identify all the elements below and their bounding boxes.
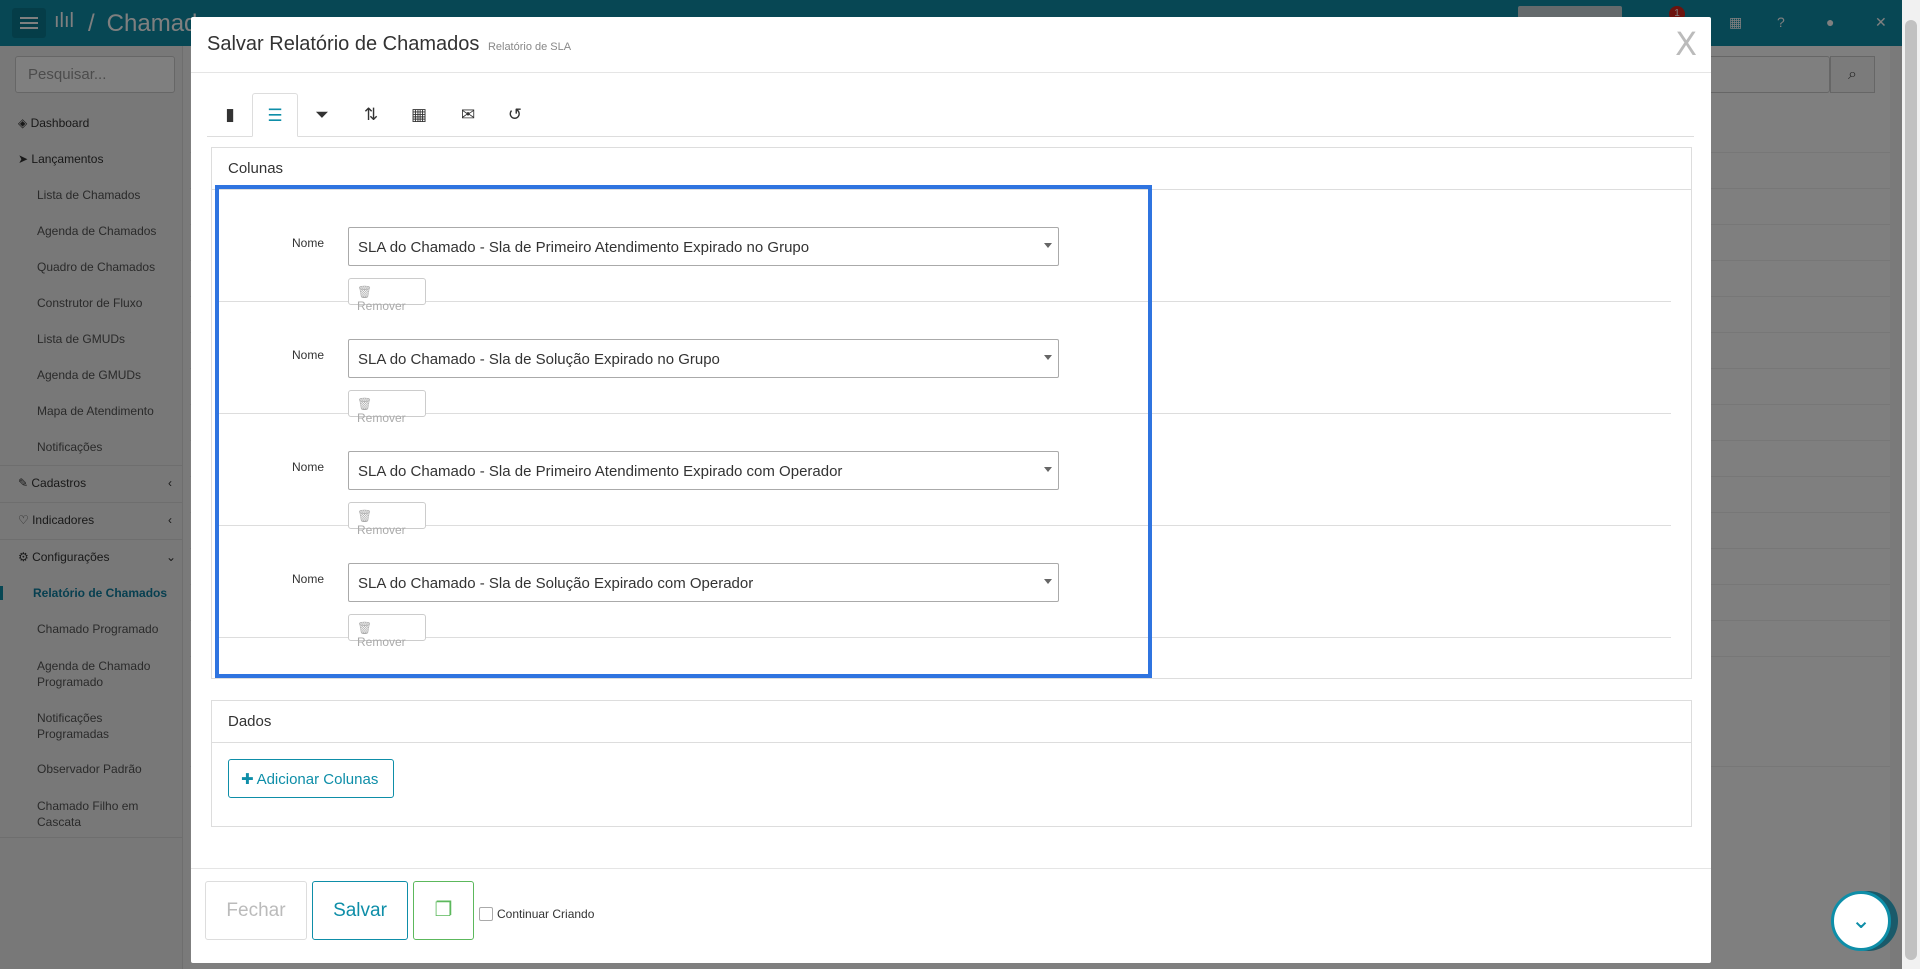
modal-tabs: ▮ ☰ ⏷ ⇅ ▦ ✉ ↺ <box>207 93 1694 137</box>
tab-general[interactable]: ▮ <box>207 93 253 137</box>
scrollbar[interactable] <box>1902 0 1920 969</box>
plus-icon: ✚ <box>241 771 254 788</box>
sort-icon: ⇅ <box>363 105 379 124</box>
book-icon: ▮ <box>225 105 235 124</box>
list-icon: ☰ <box>267 106 283 125</box>
modal-title: Salvar Relatório de Chamados Relatório d… <box>207 33 572 55</box>
tab-columns[interactable]: ☰ <box>252 93 298 137</box>
close-button[interactable]: X <box>1675 25 1697 63</box>
save-button[interactable]: Salvar <box>312 881 408 940</box>
selection-highlight <box>215 185 1152 678</box>
modal-subtitle: Relatório de SLA <box>487 41 572 53</box>
columns-panel-title: Colunas <box>212 148 1691 190</box>
tab-sort[interactable]: ⇅ <box>348 93 394 137</box>
modal-footer: Fechar Salvar ❐ Continuar Criando <box>191 868 1711 963</box>
data-panel-title: Dados <box>212 701 1691 743</box>
filter-icon: ⏷ <box>315 105 329 124</box>
add-columns-button[interactable]: ✚ Adicionar Colunas <box>228 759 394 798</box>
calendar-icon: ▦ <box>410 105 428 124</box>
chevron-down-icon: ⌄ <box>1850 907 1872 934</box>
tab-filters[interactable]: ⏷ <box>299 93 345 137</box>
envelope-icon: ✉ <box>460 105 476 124</box>
tab-history[interactable]: ↺ <box>492 93 538 137</box>
close-modal-button[interactable]: Fechar <box>205 881 307 940</box>
scroll-down-button[interactable]: ⌄ <box>1831 891 1891 951</box>
tab-schedule[interactable]: ▦ <box>396 93 442 137</box>
save-copy-button[interactable]: ❐ <box>413 881 474 940</box>
copy-icon: ❐ <box>434 899 453 921</box>
history-icon: ↺ <box>507 105 523 124</box>
tab-email[interactable]: ✉ <box>445 93 491 137</box>
data-panel: Dados ✚ Adicionar Colunas <box>211 700 1692 827</box>
continue-creating-checkbox[interactable] <box>479 907 493 921</box>
modal-header: Salvar Relatório de Chamados Relatório d… <box>191 17 1711 73</box>
continue-creating-label: Continuar Criando <box>497 907 595 921</box>
scrollbar-thumb[interactable] <box>1905 20 1917 960</box>
